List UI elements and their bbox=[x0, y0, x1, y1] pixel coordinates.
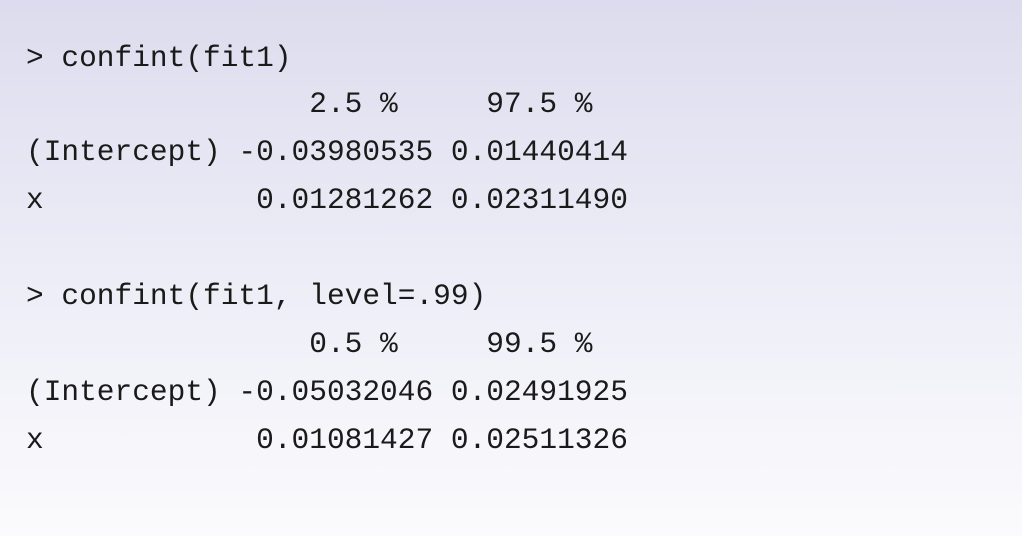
table-row-intercept: (Intercept) -0.05032046 0.02491925 bbox=[26, 375, 628, 409]
command-line: > confint(fit1, level=.99) bbox=[26, 279, 487, 313]
table-row-x: x 0.01081427 0.02511326 bbox=[26, 423, 628, 457]
table-header: 0.5 % 99.5 % bbox=[26, 327, 593, 361]
table-header: 2.5 % 97.5 % bbox=[26, 87, 593, 121]
command-line: > confint(fit1) bbox=[26, 41, 292, 75]
r-console-output: > confint(fit1) 2.5 % 97.5 % (Intercept)… bbox=[0, 0, 1022, 536]
table-row-intercept: (Intercept) -0.03980535 0.01440414 bbox=[26, 135, 628, 169]
table-row-x: x 0.01281262 0.02311490 bbox=[26, 183, 628, 217]
